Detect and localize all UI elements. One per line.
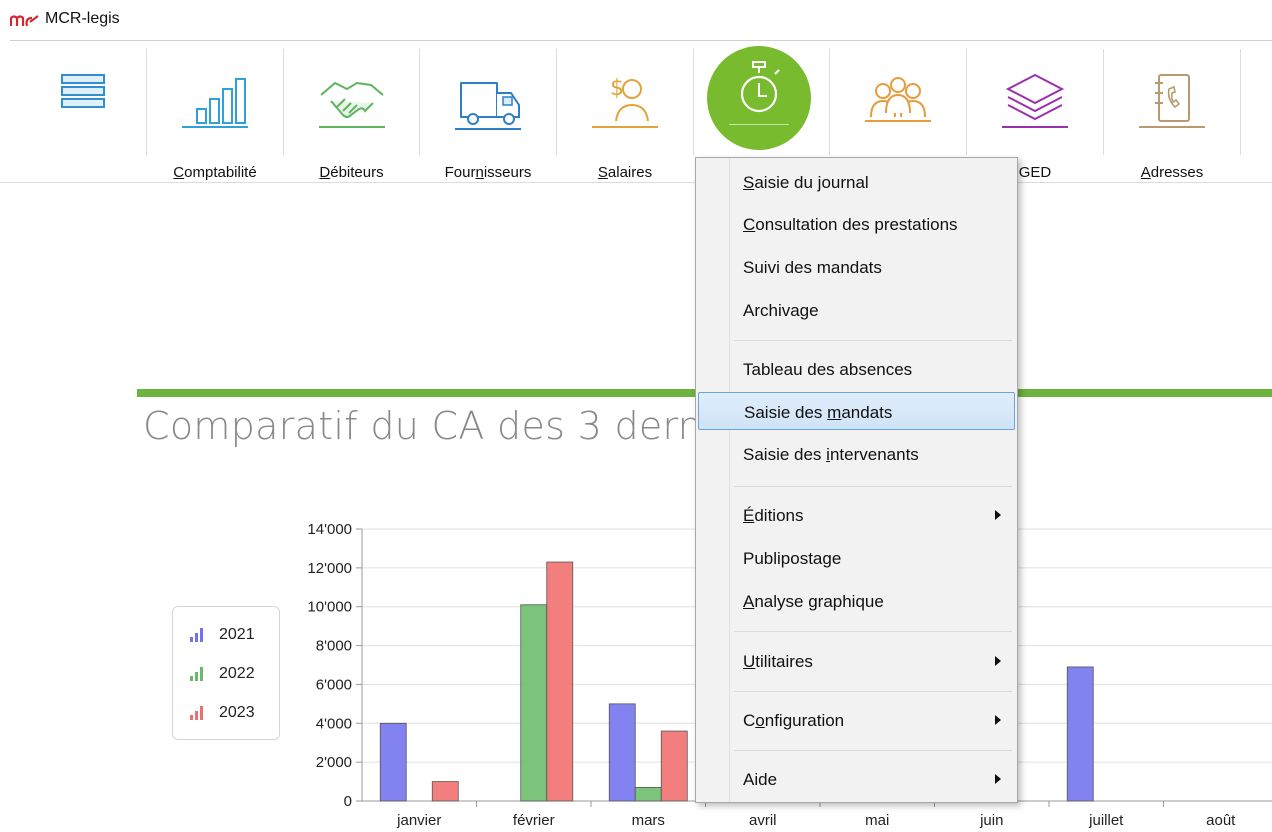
ribbon-comptabilite-label: Comptabilité [173,164,257,181]
ribbon-separator [1240,49,1241,155]
submenu-arrow-icon [995,774,1001,784]
title-bar: MCR-legis [0,0,1272,40]
people-icon [865,77,931,122]
menu-item-label: Configuration [743,711,845,730]
ribbon-debiteurs-label: Débiteurs [319,164,384,181]
y-tick-label: 12'000 [307,560,352,577]
layers-icon [1002,73,1068,128]
menu-separator [734,691,1012,692]
x-tick-label: mars [632,812,665,829]
bar-chart-icon [182,78,248,128]
menu-item-label: Aide [743,770,778,789]
x-tick-label: août [1206,812,1236,829]
ribbon-adresses-button[interactable]: Adresses [1104,47,1240,181]
y-tick-label: 2'000 [316,754,352,771]
y-tick-label: 14'000 [307,521,352,538]
menu-item[interactable]: Configuration [698,701,1015,739]
menu-item[interactable]: Utilitaires [698,642,1015,680]
ribbon-prestations-button[interactable] [707,46,811,150]
menu-item[interactable]: Saisie du journal [698,163,1015,201]
app-title: MCR-legis [45,10,120,27]
chart-bar [520,604,548,802]
x-tick-label: mai [865,812,889,829]
y-tick-label: 8'000 [316,638,352,655]
ribbon-separator [693,49,694,155]
chart-bar [660,730,688,802]
ribbon-fournisseurs-button[interactable]: Fournisseurs [420,47,556,181]
ribbon-bottom-border [0,182,1272,183]
ribbon-toolbar: Comptabilité Débiteurs Fournisseurs $ Sa… [0,41,1272,183]
submenu-arrow-icon [995,510,1001,520]
menu-item[interactable]: Consultation des prestations [698,205,1015,243]
menu-item-label: Publipostage [743,549,842,568]
menu-separator [734,486,1012,487]
x-tick-label: avril [749,812,777,829]
main-menu-button[interactable] [30,47,136,177]
chart-bar [608,703,636,802]
menu-item-label: Archivage [743,301,819,320]
chart-bar [431,781,459,802]
stopwatch-icon [740,61,780,113]
chart-bar [1066,666,1094,802]
chart-bar [546,561,574,802]
menu-item[interactable]: Publipostage [698,539,1015,577]
y-tick-label: 4'000 [316,715,352,732]
submenu-arrow-icon [995,656,1001,666]
menu-item[interactable]: Analyse graphique [698,582,1015,620]
menu-separator [734,340,1012,341]
menu-item-label: Tableau des absences [743,360,913,379]
address-book-icon [1139,74,1205,128]
menu-item-label: Saisie des intervenants [743,445,919,464]
ribbon-salaires-button[interactable]: $ Salaires [557,47,693,181]
y-tick-label: 6'000 [316,676,352,693]
y-tick-label: 0 [344,793,352,810]
truck-icon [455,82,521,130]
ribbon-comptabilite-button[interactable]: Comptabilité [147,47,283,181]
x-tick-label: juin [979,812,1003,829]
menu-separator [734,750,1012,751]
ribbon-debiteurs-button[interactable]: Débiteurs [284,47,419,181]
app-logo-icon [10,15,39,27]
x-tick-label: janvier [396,812,441,829]
revenue-bar-chart: 0 2'000 4'000 6'000 8'000 10'000 12'000 14'000 j… [307,521,1272,829]
page-title: Comparatif du CA des 3 derniè [143,404,737,448]
menu-separator [734,631,1012,632]
x-tick-label: février [513,812,555,829]
menu-item[interactable]: Suivi des mandats [698,248,1015,286]
menu-item-label: Consultation des prestations [743,215,958,234]
menu-item[interactable]: Tableau des absences [698,350,1015,388]
menu-item[interactable]: Saisie des intervenants [698,435,1015,473]
chart-bar [634,787,662,802]
prestations-context-menu: Saisie du journal Consultation des presta… [695,157,1018,803]
menu-item[interactable]: Archivage [698,291,1015,329]
menu-item-label: Utilitaires [743,652,813,671]
salary-icon: $ [592,76,658,128]
menu-item-label: Éditions [743,506,804,525]
chart-bar [379,722,407,802]
menu-item-label: Saisie du journal [743,173,869,192]
hamburger-icon [61,74,105,108]
x-tick-label: juillet [1088,812,1124,829]
svg-text:$: $ [610,76,624,101]
menu-item[interactable]: Éditions [698,496,1015,534]
submenu-arrow-icon [995,715,1001,725]
y-tick-label: 10'000 [307,599,352,616]
ribbon-fournisseurs-label: Fournisseurs [444,164,532,181]
menu-item-label: Analyse graphique [743,592,884,611]
menu-item-label: Suivi des mandats [743,258,882,277]
menu-item[interactable]: Saisie des mandats [698,392,1015,430]
handshake-icon [318,81,385,128]
menu-item-label: Saisie des mandats [744,403,893,422]
stopwatch-underline [729,124,789,125]
ribbon-salaires-label: Salaires [597,164,653,181]
ribbon-adresses-label: Adresses [1140,164,1204,181]
menu-item[interactable]: Aide [698,760,1015,798]
